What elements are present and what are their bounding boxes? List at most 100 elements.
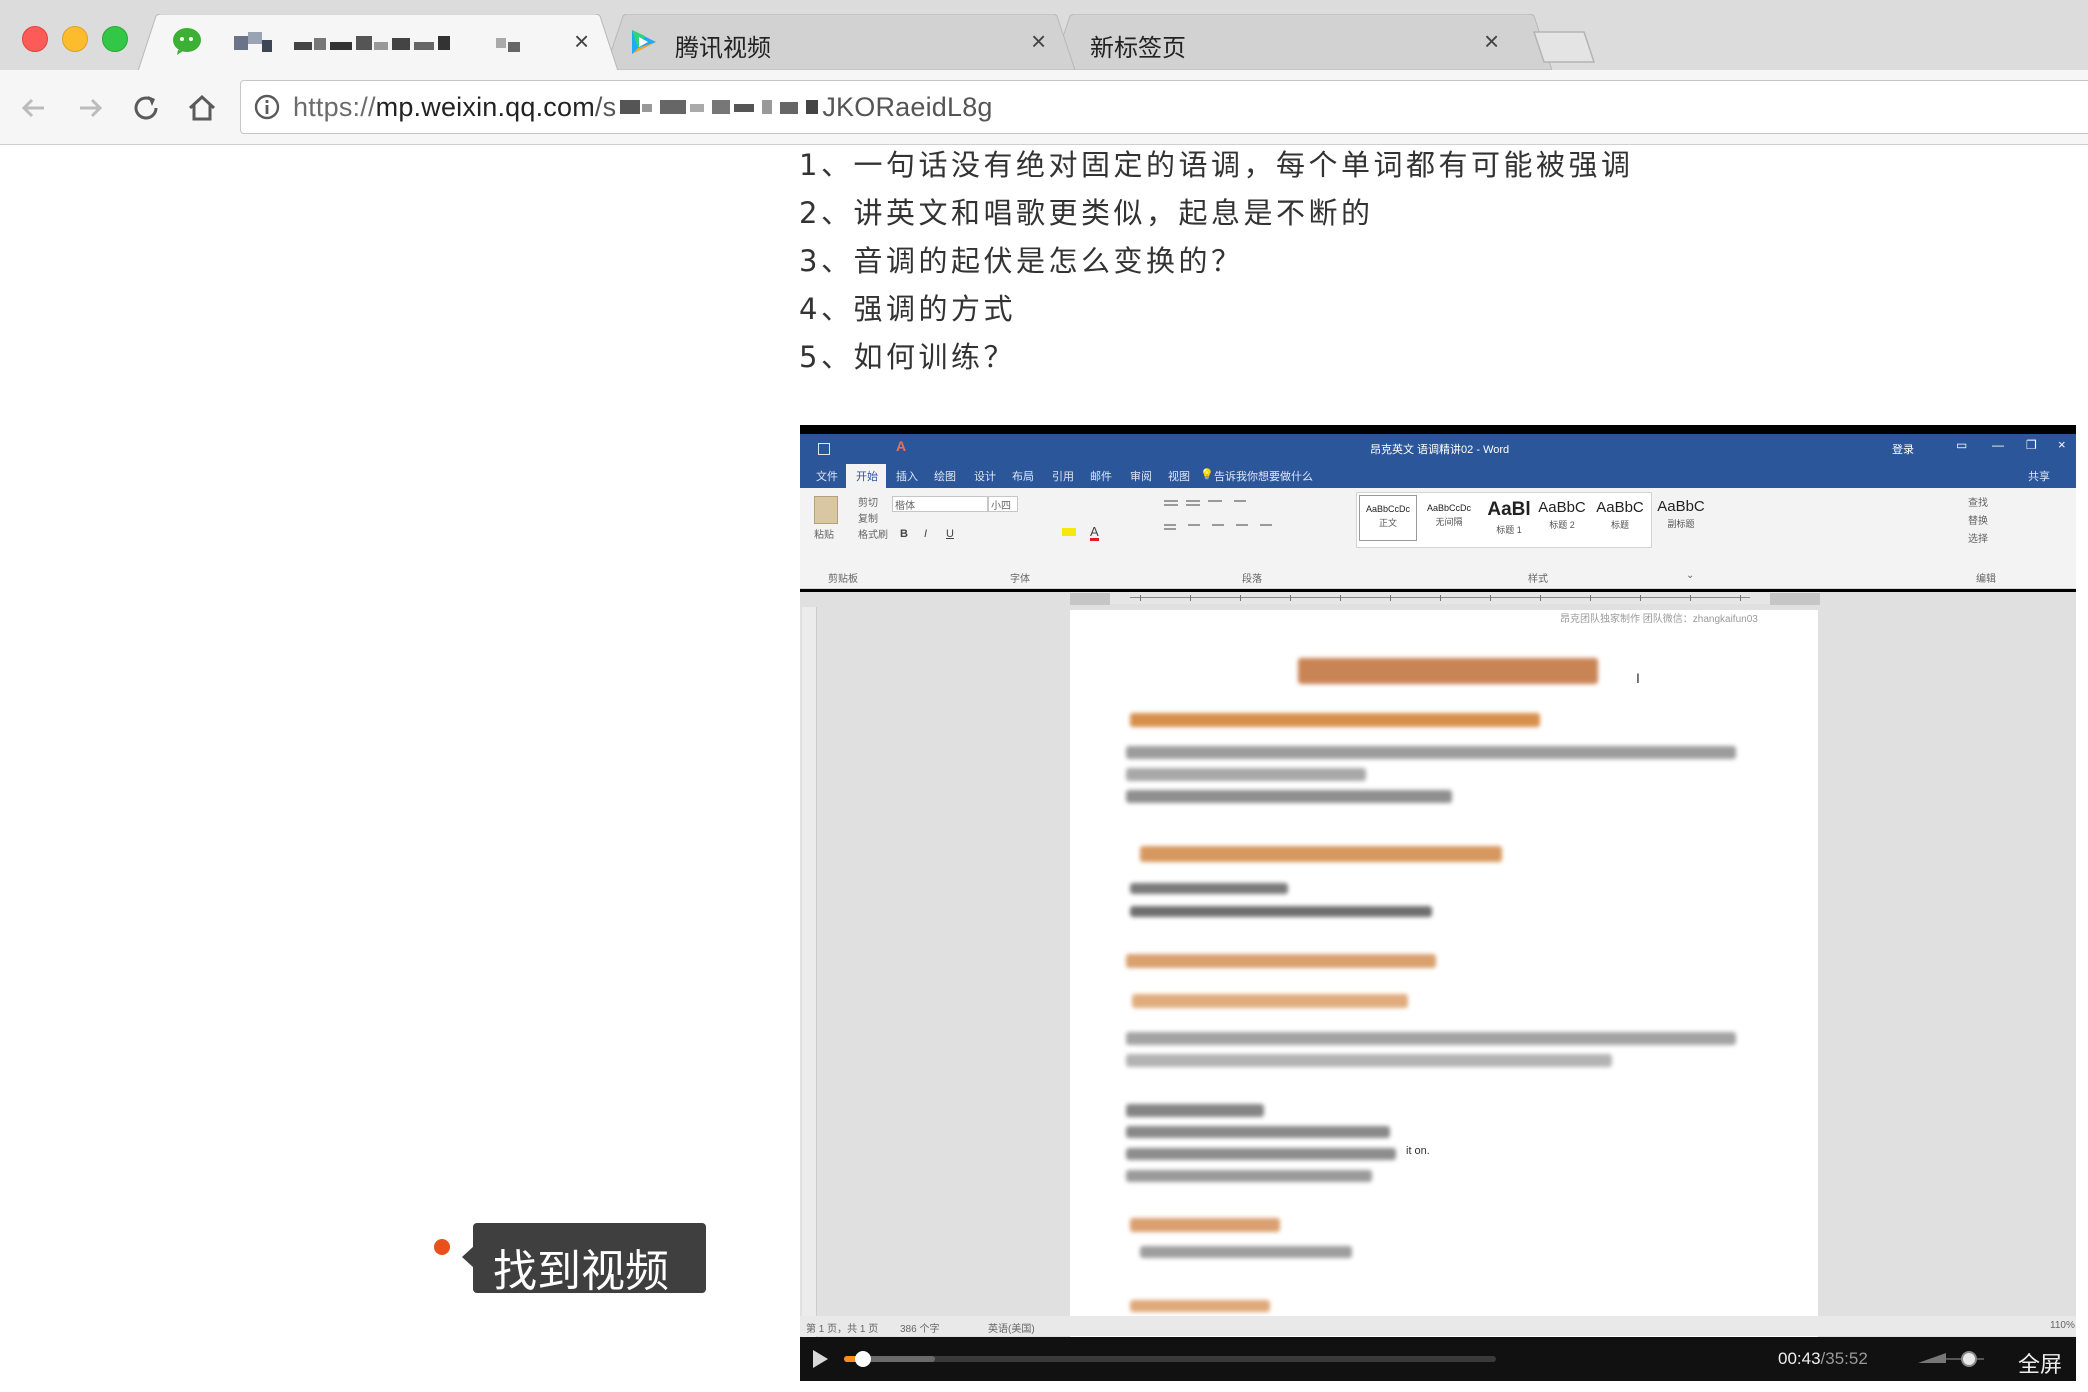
- find-video-tooltip: 找到视频: [473, 1223, 706, 1297]
- word-document-title: 昂克英文 语调精讲02 - Word: [1370, 444, 1510, 456]
- word-ribbon-tabs: 文件 开始 插入 绘图 设计 布局 引用 邮件 审阅 视图 💡 告诉我你想要做什…: [800, 464, 2076, 488]
- minimize-window-button[interactable]: [62, 26, 88, 52]
- word-tab-insert: 插入: [896, 471, 918, 483]
- word-tab-references: 引用: [1052, 471, 1074, 483]
- word-tell-me: 告诉我你想要做什么: [1214, 471, 1313, 483]
- tab-title: 新标签页: [1090, 35, 1186, 62]
- cut-label: 剪切: [858, 498, 878, 509]
- select-label: 选择: [1968, 534, 1988, 545]
- video-player[interactable]: A 昂克英文 语调精讲02 - Word 登录 ▭ — ❐ × 文件 开始 插入…: [800, 425, 2076, 1381]
- status-page: 第 1 页，共 1 页: [806, 1324, 879, 1335]
- replace-label: 替换: [1968, 516, 1988, 527]
- zoom-window-button[interactable]: [102, 26, 128, 52]
- url-scheme: https://: [293, 92, 376, 122]
- doc-line: [1130, 906, 1432, 917]
- style-subtitle: AaBbC 副标题: [1657, 498, 1705, 529]
- doc-inline-text: it on.: [1406, 1145, 1430, 1157]
- document-page: 昂克团队独家制作 团队微信：zhangkaifun03 it on. I: [1070, 610, 1818, 1337]
- forward-button[interactable]: [70, 88, 110, 128]
- tab-wechat-article[interactable]: ×: [138, 14, 618, 70]
- paragraph-controls: [1164, 498, 1314, 534]
- doc-line: [1130, 713, 1540, 727]
- doc-line: [1126, 954, 1436, 968]
- info-icon[interactable]: [253, 93, 281, 121]
- font-name-box: 楷体: [892, 496, 988, 512]
- paste-label: 粘贴: [814, 530, 834, 541]
- article-line-5: 5、如何训练？: [799, 340, 1016, 374]
- address-bar[interactable]: https://mp.weixin.qq.com/s JKORaeidL8g: [240, 80, 2088, 134]
- save-icon: [818, 443, 830, 455]
- font-size: 小四: [991, 501, 1011, 512]
- close-window-button[interactable]: [22, 26, 48, 52]
- highlight-icon: [1062, 528, 1076, 536]
- word-ribbon: 粘贴 剪切 复制 格式刷 剪贴板 楷体 小四 B I U A 字体 段落 AaB…: [800, 488, 2076, 589]
- progress-handle[interactable]: [855, 1351, 872, 1367]
- styles-expand-icon: ⌄: [1686, 570, 1695, 581]
- style-no-spacing: AaBbCcDc 无间隔: [1419, 495, 1479, 539]
- tab-new-tab[interactable]: 新标签页 ×: [1052, 14, 1552, 70]
- doc-line: [1126, 1104, 1264, 1117]
- play-button[interactable]: [808, 1347, 832, 1371]
- time-current: 00:43: [1778, 1349, 1821, 1368]
- tab-tencent-video[interactable]: 腾讯视频 ×: [605, 14, 1075, 70]
- text-cursor-icon: I: [1636, 670, 1640, 686]
- style-title: AaBbC 标题: [1591, 495, 1649, 539]
- tooltip-text: 找到视频: [493, 1246, 669, 1297]
- doc-line: [1132, 994, 1408, 1008]
- new-tab-button[interactable]: [1528, 30, 1598, 64]
- word-login: 登录: [1892, 444, 1914, 456]
- font-color-quick-icon: A: [896, 438, 907, 454]
- clipboard-group-label: 剪贴板: [828, 574, 858, 585]
- doc-line: [1140, 846, 1502, 862]
- doc-line: [1130, 1300, 1270, 1312]
- back-button[interactable]: [14, 88, 54, 128]
- time-display: 00:43/35:52: [1778, 1349, 1868, 1369]
- paragraph-group-label: 段落: [1242, 574, 1262, 585]
- tab-title: 腾讯视频: [675, 35, 771, 62]
- progress-track[interactable]: [844, 1351, 1496, 1367]
- word-status-bar: 第 1 页，共 1 页 386 个字 英语(美国) 110%: [800, 1316, 2076, 1336]
- bold-icon: B: [900, 528, 908, 540]
- fullscreen-button[interactable]: 全屏: [2018, 1347, 2062, 1379]
- lightbulb-icon: 💡: [1200, 469, 1214, 481]
- url-path-start: /s: [594, 92, 617, 122]
- doc-line: [1126, 1032, 1736, 1045]
- font-name: 楷体: [895, 501, 915, 512]
- close-tab-icon[interactable]: ×: [1484, 26, 1499, 56]
- video-controls: 00:43/35:52 全屏: [800, 1337, 2076, 1381]
- close-tab-icon[interactable]: ×: [574, 26, 589, 56]
- ribbon-display-icon: ▭: [1956, 438, 1968, 452]
- word-share: 共享: [2028, 471, 2050, 483]
- horizontal-ruler: [1070, 592, 1820, 605]
- article-line-4: 4、强调的方式: [799, 292, 1016, 326]
- doc-header-text: 昂克团队独家制作 团队微信：zhangkaifun03: [1560, 614, 1758, 625]
- status-zoom: 110%: [2050, 1320, 2075, 1331]
- doc-line: [1130, 1218, 1280, 1232]
- close-tab-icon[interactable]: ×: [1031, 26, 1046, 56]
- doc-line: [1126, 1054, 1612, 1067]
- tooltip-dot-icon: [434, 1239, 450, 1255]
- word-tab-design: 设计: [974, 471, 996, 483]
- article-line-2: 2、讲英文和唱歌更类似，起息是不断的: [799, 196, 1374, 230]
- doc-line: [1126, 746, 1736, 759]
- doc-line: [1126, 768, 1366, 781]
- find-label: 查找: [1968, 498, 1988, 509]
- url-obscured: [616, 94, 822, 120]
- word-title-bar: A 昂克英文 语调精讲02 - Word 登录 ▭ — ❐ ×: [800, 434, 2076, 464]
- word-tab-draw: 绘图: [934, 471, 956, 483]
- word-tab-file: 文件: [816, 471, 838, 483]
- doc-line: [1126, 1148, 1396, 1160]
- article-line-1: 1、一句话没有绝对固定的语调，每个单词都有可能被强调: [799, 148, 1634, 182]
- tab-strip: 新标签页 × 腾讯视频 × ×: [0, 0, 2088, 70]
- format-painter-label: 格式刷: [858, 530, 888, 541]
- doc-line: [1126, 1170, 1372, 1182]
- url-host: mp.weixin.qq.com: [375, 92, 595, 122]
- home-button[interactable]: [182, 88, 222, 128]
- volume-control[interactable]: [1916, 1349, 1986, 1369]
- font-group-label: 字体: [1010, 574, 1030, 585]
- styles-group-label: 样式: [1528, 574, 1548, 585]
- reload-button[interactable]: [126, 88, 166, 128]
- style-heading-2: AaBbC 标题 2: [1533, 495, 1591, 539]
- time-total: /35:52: [1820, 1349, 1868, 1368]
- word-tab-review: 审阅: [1130, 471, 1152, 483]
